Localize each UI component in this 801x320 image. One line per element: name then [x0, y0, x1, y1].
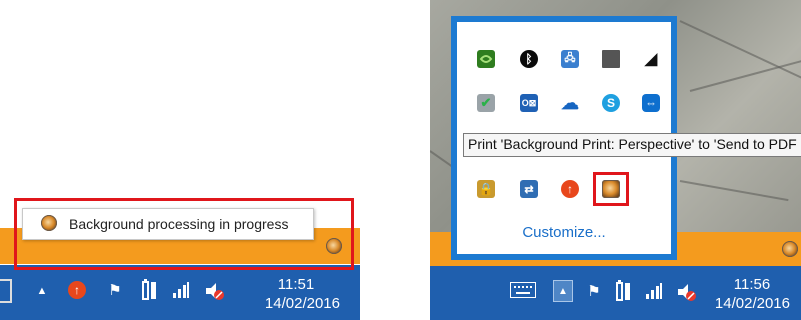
taskbar: ▲ ⚑ 11:56 14/02/2016: [430, 266, 801, 320]
background-print-icon[interactable]: [782, 241, 798, 257]
keyboard-icon[interactable]: [510, 282, 536, 298]
signal-icon[interactable]: [645, 282, 663, 300]
outlook-icon[interactable]: O⊠: [520, 94, 538, 112]
file-share-icon[interactable]: ⇄: [520, 180, 538, 198]
background-texture: [679, 180, 789, 202]
update-arrow-icon[interactable]: ↑: [68, 281, 86, 299]
customize-link[interactable]: Customize...: [457, 224, 671, 241]
onedrive-icon[interactable]: ☁: [561, 93, 579, 113]
display-icon[interactable]: [602, 50, 620, 68]
volume-muted-icon[interactable]: [204, 280, 226, 302]
show-hidden-icons-button[interactable]: ▲: [34, 281, 50, 301]
taskbar: ▲ ↑ ⚑ 11:51 14/02/2016: [0, 265, 360, 320]
right-screenshot: ▲ ⚑ 11:56 14/02/2016 ᛒ 🖧 ◢ ✔ O⊠ ☁ S ⇔ 🔒 …: [430, 0, 801, 320]
flag-icon[interactable]: ⚑: [585, 282, 603, 300]
battery-icon[interactable]: [616, 280, 632, 302]
clock-time: 11:56: [733, 276, 771, 293]
show-hidden-icons-button[interactable]: ▲: [553, 280, 573, 302]
skype-icon[interactable]: S: [602, 94, 620, 112]
background-texture: [689, 58, 801, 92]
lock-drive-icon[interactable]: 🔒: [477, 180, 495, 198]
update-arrow-icon[interactable]: ↑: [561, 180, 579, 198]
signal-icon[interactable]: [172, 281, 190, 299]
clock-date: 14/02/2016: [264, 295, 340, 312]
tooltip: Print 'Background Print: Perspective' to…: [463, 133, 801, 157]
teamviewer-icon[interactable]: ⇔: [642, 94, 660, 112]
background-texture: [679, 20, 801, 82]
flag-icon[interactable]: ⚑: [106, 281, 124, 299]
clock-date: 14/02/2016: [714, 295, 790, 312]
clock[interactable]: 11:51 14/02/2016: [236, 275, 340, 313]
clock[interactable]: 11:56 14/02/2016: [700, 275, 790, 313]
security-check-icon[interactable]: ✔: [477, 94, 495, 112]
window-edge-icon: [0, 279, 12, 303]
speaker-icon[interactable]: ◢: [642, 50, 660, 68]
bluetooth-icon[interactable]: ᛒ: [520, 50, 538, 68]
left-screenshot: ▲ ↑ ⚑ 11:51 14/02/2016 Background proces…: [0, 0, 360, 320]
volume-muted-icon[interactable]: [676, 281, 698, 303]
battery-icon[interactable]: [142, 279, 158, 301]
highlight-box: [593, 172, 629, 206]
nvidia-icon[interactable]: [477, 50, 495, 68]
clock-time: 11:51: [277, 276, 315, 293]
network-adapter-icon[interactable]: 🖧: [561, 50, 579, 68]
highlight-box: [14, 198, 354, 270]
